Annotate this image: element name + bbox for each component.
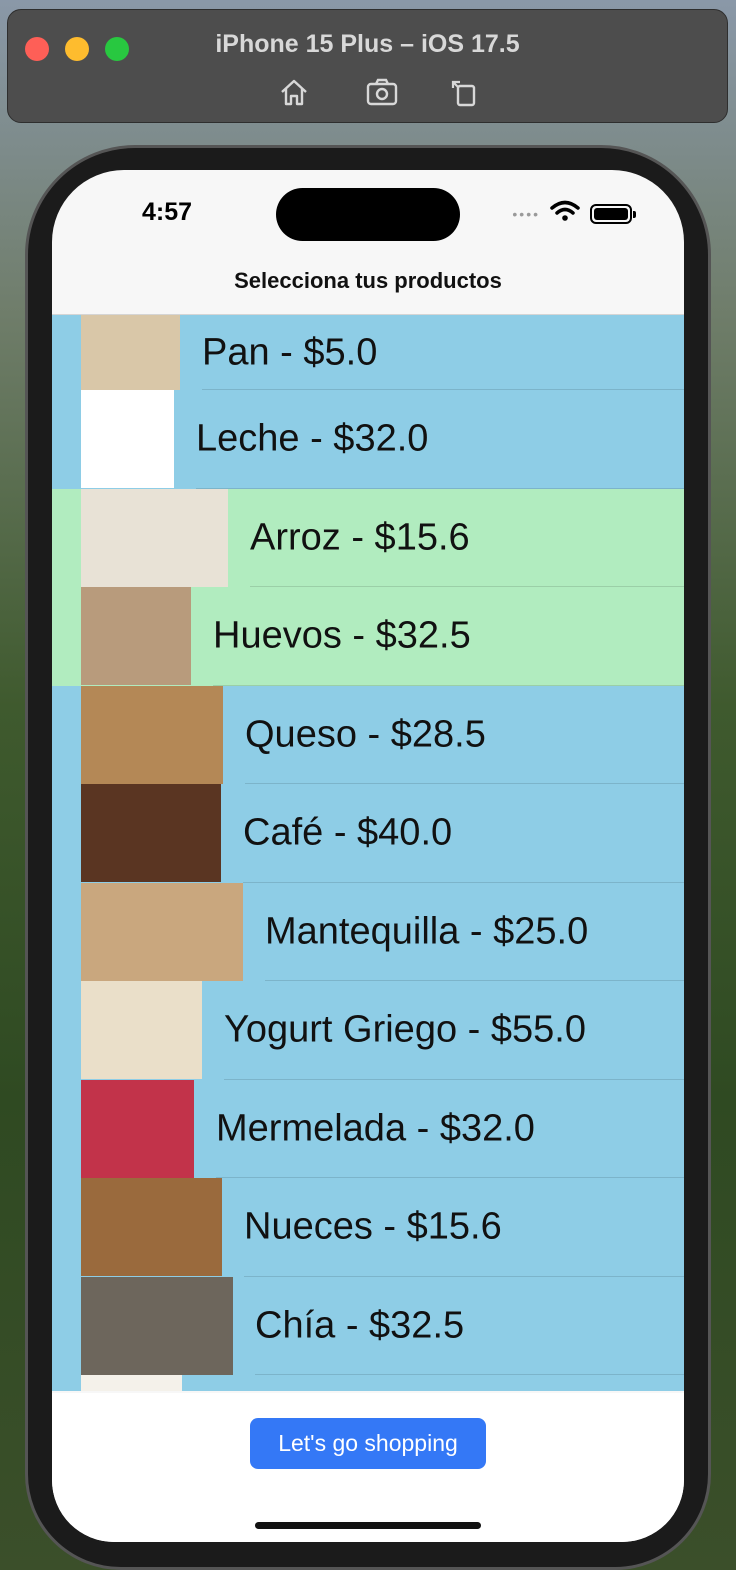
cellular-signal-icon: •••• bbox=[512, 205, 540, 222]
product-row[interactable]: Café - $40.0 bbox=[52, 784, 684, 883]
product-row[interactable]: Mermelada - $32.0 bbox=[52, 1079, 684, 1178]
bottom-bar: Let's go shopping bbox=[52, 1393, 684, 1542]
product-label: Nueces - $15.6 bbox=[244, 1205, 502, 1248]
product-row[interactable]: Huevos - $32.5 bbox=[52, 587, 684, 686]
wifi-icon bbox=[550, 200, 580, 227]
product-image bbox=[81, 981, 202, 1079]
product-image bbox=[81, 784, 221, 882]
home-indicator[interactable] bbox=[255, 1522, 481, 1529]
product-image bbox=[81, 1375, 182, 1391]
product-label: Huevos - $32.5 bbox=[213, 614, 471, 657]
product-label: Pan - $5.0 bbox=[202, 331, 378, 373]
simulator-title: iPhone 15 Plus – iOS 17.5 bbox=[215, 30, 520, 58]
product-image bbox=[81, 1079, 194, 1178]
product-image bbox=[81, 587, 191, 685]
product-image bbox=[81, 315, 180, 390]
product-row[interactable]: Yogurt Griego - $55.0 bbox=[52, 981, 684, 1080]
product-label: Yogurt Griego - $55.0 bbox=[224, 1008, 586, 1051]
dynamic-island bbox=[276, 188, 460, 241]
product-row[interactable]: Queso - $28.5 bbox=[52, 685, 684, 784]
product-image bbox=[81, 882, 243, 981]
product-image bbox=[81, 1276, 233, 1375]
product-label: Leche - $32.0 bbox=[196, 417, 429, 460]
product-row[interactable]: Arroz - $15.6 bbox=[52, 488, 684, 587]
product-row[interactable]: Pan - $5.0 bbox=[52, 315, 684, 390]
screenshot-icon[interactable] bbox=[364, 74, 400, 110]
product-image bbox=[81, 685, 223, 784]
simulator-toolbar: iPhone 15 Plus – iOS 17.5 bbox=[7, 9, 728, 123]
home-icon[interactable] bbox=[276, 74, 312, 110]
product-image bbox=[81, 1178, 222, 1276]
product-label: Queso - $28.5 bbox=[245, 713, 486, 756]
product-label: Chía - $32.5 bbox=[255, 1304, 465, 1347]
phone-screen: 4:57 •••• Selecciona tus productos Pan -… bbox=[52, 170, 684, 1542]
lets-go-shopping-button[interactable]: Let's go shopping bbox=[250, 1418, 486, 1469]
product-list[interactable]: Pan - $5.0 Leche - $32.0 Arroz - $15.6 Huev… bbox=[52, 315, 684, 1393]
nav-title: Selecciona tus productos bbox=[234, 268, 502, 293]
status-time: 4:57 bbox=[142, 198, 193, 226]
battery-icon bbox=[590, 203, 636, 224]
product-row-partial[interactable] bbox=[52, 1375, 684, 1391]
product-row[interactable]: Leche - $32.0 bbox=[52, 390, 684, 489]
product-label: Café - $40.0 bbox=[243, 811, 453, 854]
product-row[interactable]: Mantequilla - $25.0 bbox=[52, 882, 684, 981]
product-label: Arroz - $15.6 bbox=[250, 516, 470, 559]
product-image bbox=[81, 488, 228, 587]
product-label: Mantequilla - $25.0 bbox=[265, 910, 589, 953]
product-label: Mermelada - $32.0 bbox=[216, 1107, 535, 1150]
status-indicators: •••• bbox=[512, 200, 636, 227]
rotate-icon[interactable] bbox=[446, 74, 482, 110]
product-image bbox=[81, 390, 174, 488]
product-row[interactable]: Chía - $32.5 bbox=[52, 1276, 684, 1375]
product-row[interactable]: Nueces - $15.6 bbox=[52, 1178, 684, 1277]
